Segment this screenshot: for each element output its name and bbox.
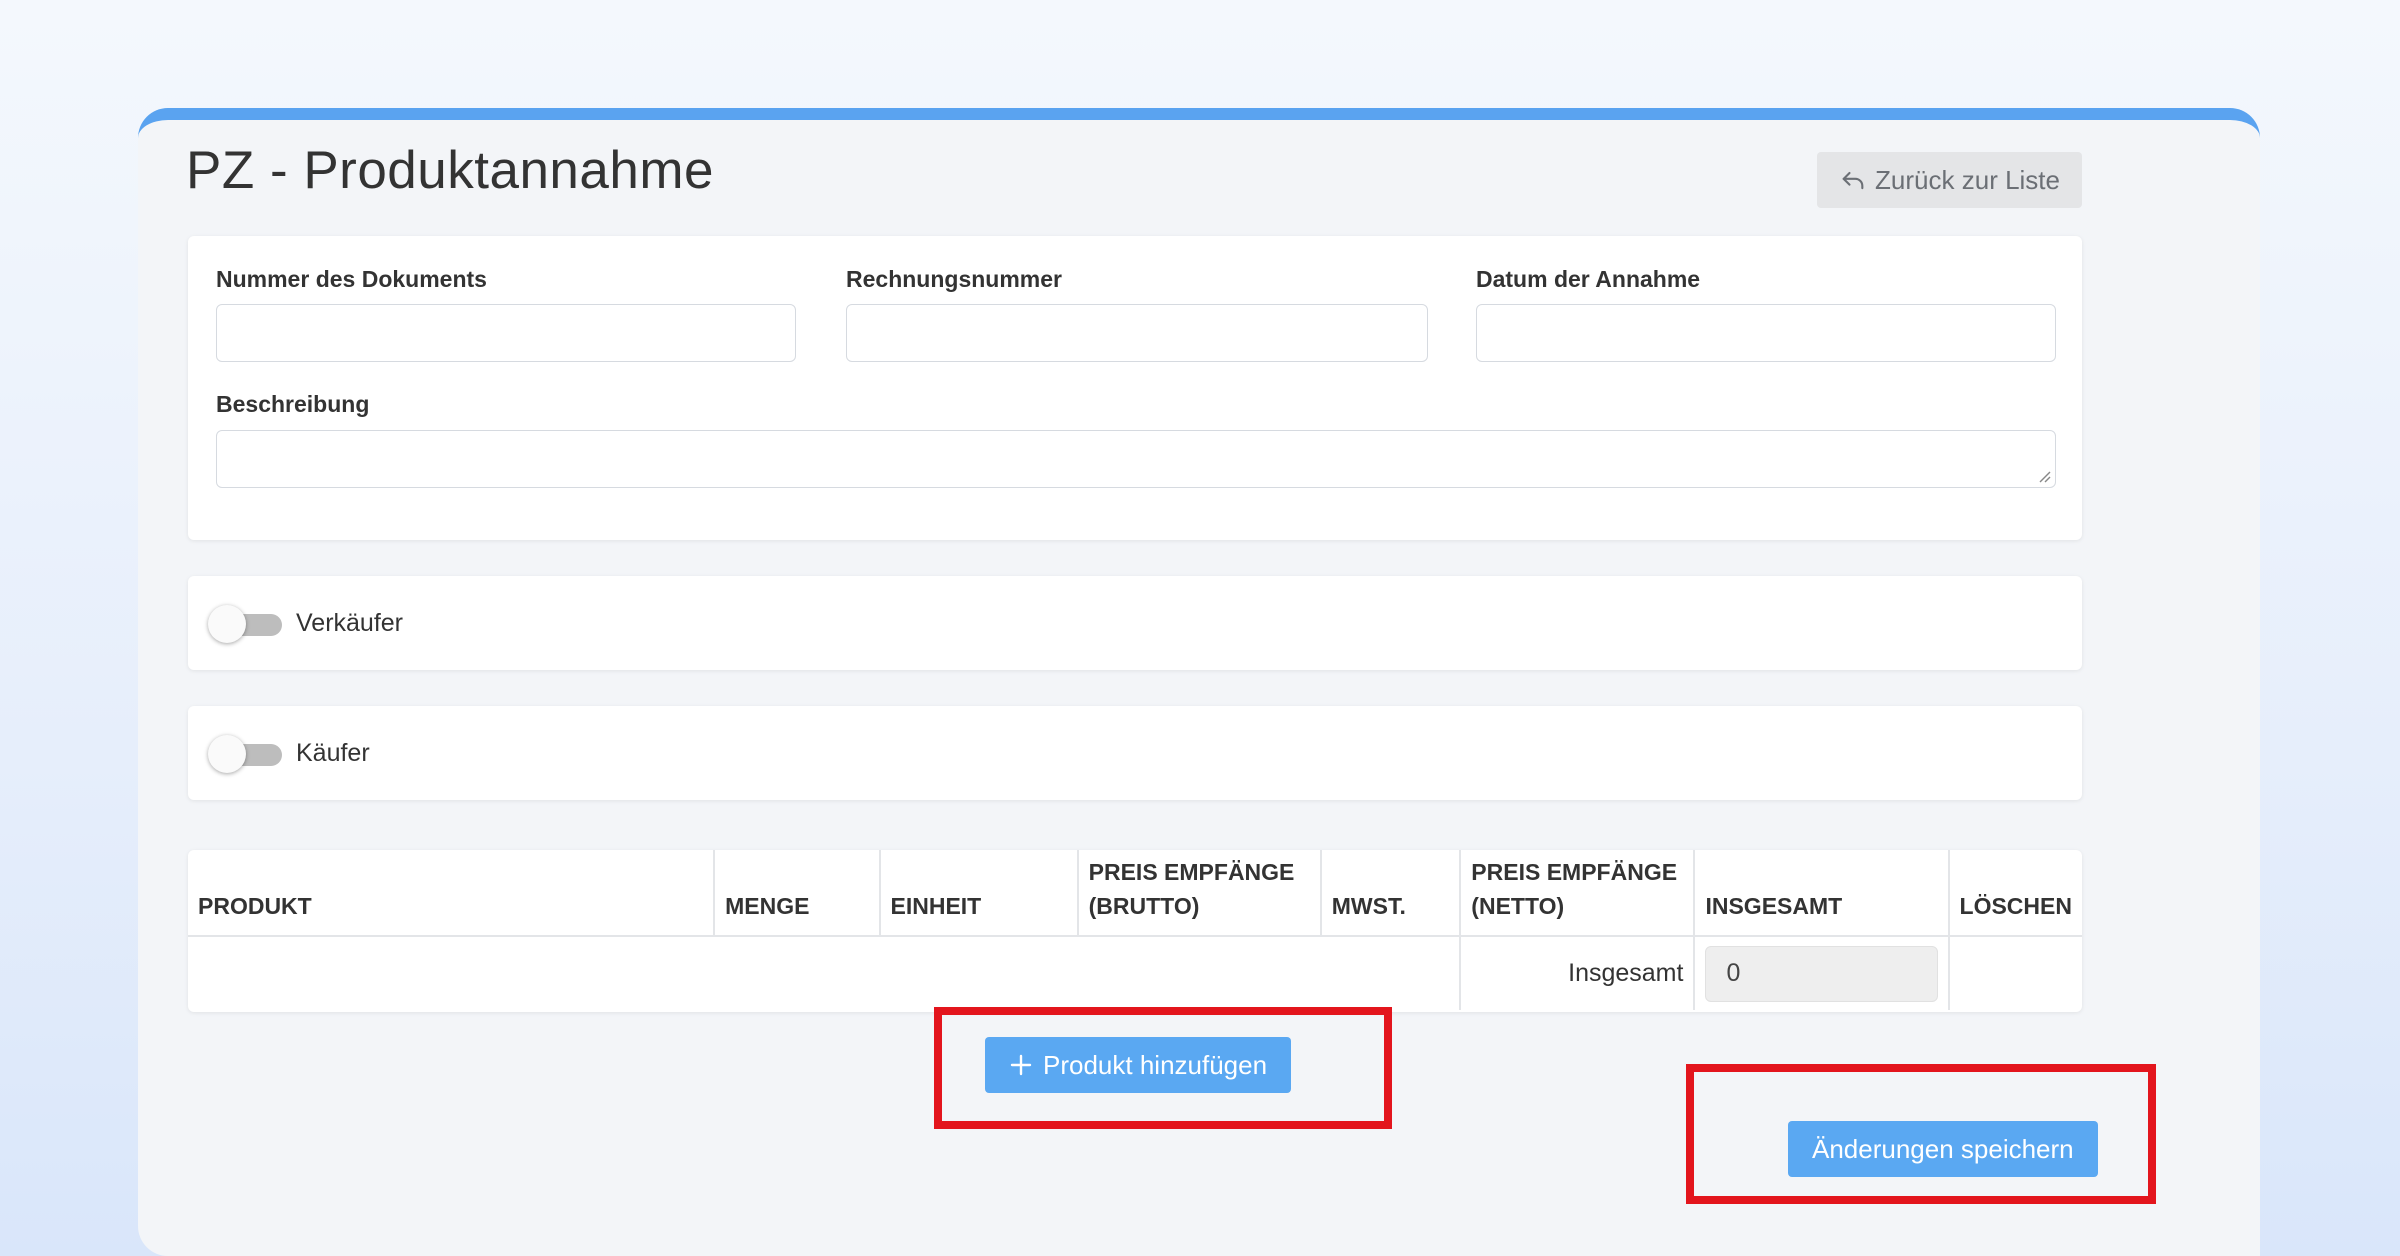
document-form-card: Nummer des Dokuments Rechnungsnummer Dat… bbox=[188, 236, 2082, 540]
products-table-card: PRODUKT MENGE EINHEIT PREIS EMPFÄNGE (BR… bbox=[188, 850, 2082, 1012]
col-header-vat: MWST. bbox=[1320, 850, 1462, 937]
sum-row-delete-cell bbox=[1949, 936, 2082, 1010]
table-header-row: PRODUKT MENGE EINHEIT PREIS EMPFÄNGE (BR… bbox=[188, 850, 2082, 937]
buyer-toggle[interactable] bbox=[208, 733, 282, 773]
seller-toggle-knob bbox=[208, 605, 246, 643]
save-changes-button[interactable]: Änderungen speichern bbox=[1788, 1121, 2098, 1177]
description-textarea[interactable] bbox=[216, 430, 2056, 488]
resize-handle-icon[interactable] bbox=[2037, 469, 2051, 483]
reply-arrow-icon bbox=[1842, 171, 1864, 190]
buyer-toggle-knob bbox=[208, 735, 246, 773]
col-header-price-gross: PREIS EMPFÄNGE (BRUTTO) bbox=[1077, 850, 1322, 937]
col-header-price-net-line1: PREIS EMPFÄNGE bbox=[1471, 859, 1678, 885]
add-product-button[interactable]: Produkt hinzufügen bbox=[985, 1037, 1292, 1093]
col-header-price-gross-line2: (BRUTTO) bbox=[1088, 893, 1200, 919]
back-to-list-label: Zurück zur Liste bbox=[1875, 164, 2060, 195]
products-table: PRODUKT MENGE EINHEIT PREIS EMPFÄNGE (BR… bbox=[188, 850, 2082, 1010]
sum-value-cell: 0 bbox=[1694, 936, 1950, 1010]
acceptance-date-label: Datum der Annahme bbox=[1476, 266, 1701, 292]
main-panel: PZ - Produktannahme Zurück zur Liste Num… bbox=[138, 108, 2260, 1256]
add-product-label: Produkt hinzufügen bbox=[1043, 1049, 1268, 1080]
invoice-number-input[interactable] bbox=[846, 304, 1428, 362]
sum-row-spacer bbox=[188, 936, 1460, 1010]
buyer-toggle-label: Käufer bbox=[296, 738, 370, 767]
description-label: Beschreibung bbox=[216, 391, 370, 417]
sum-label: Insgesamt bbox=[1459, 936, 1696, 1010]
seller-toggle[interactable] bbox=[208, 603, 282, 643]
document-number-label: Nummer des Dokuments bbox=[216, 266, 487, 292]
table-sum-row: Insgesamt 0 bbox=[188, 936, 2082, 1010]
col-header-quantity: MENGE bbox=[714, 850, 881, 937]
col-header-delete: LÖSCHEN bbox=[1948, 850, 2082, 937]
invoice-number-label: Rechnungsnummer bbox=[846, 266, 1062, 292]
back-to-list-button[interactable]: Zurück zur Liste bbox=[1817, 152, 2082, 208]
sum-value: 0 bbox=[1705, 945, 1938, 1002]
save-changes-label: Änderungen speichern bbox=[1812, 1133, 2074, 1164]
seller-toggle-card: Verkäufer bbox=[188, 576, 2082, 670]
seller-toggle-label: Verkäufer bbox=[296, 608, 404, 637]
col-header-unit: EINHEIT bbox=[879, 850, 1079, 937]
page-title: PZ - Produktannahme bbox=[186, 141, 714, 200]
col-header-price-net-line2: (NETTO) bbox=[1471, 893, 1565, 919]
buyer-toggle-card: Käufer bbox=[188, 706, 2082, 800]
acceptance-date-input[interactable] bbox=[1476, 304, 2056, 362]
col-header-price-net: PREIS EMPFÄNGE (NETTO) bbox=[1460, 850, 1696, 937]
col-header-price-gross-line1: PREIS EMPFÄNGE bbox=[1088, 859, 1295, 885]
col-header-total: INSGESAMT bbox=[1694, 850, 1950, 937]
document-number-input[interactable] bbox=[216, 304, 796, 362]
col-header-product: PRODUKT bbox=[188, 850, 716, 937]
plus-icon bbox=[1010, 1054, 1032, 1076]
